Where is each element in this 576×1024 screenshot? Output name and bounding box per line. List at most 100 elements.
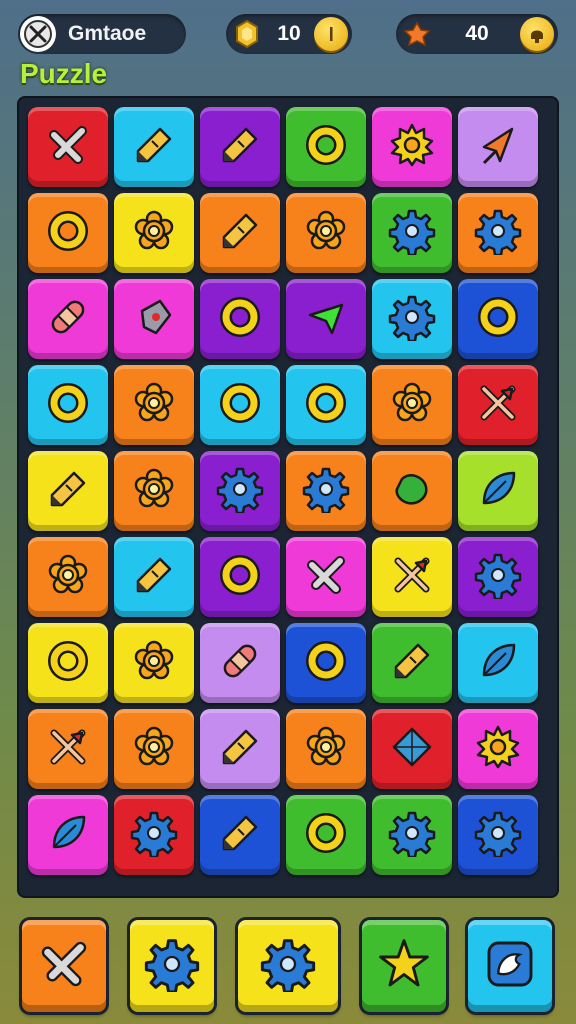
board-tile[interactable]: [114, 193, 194, 273]
pencil-icon: [388, 637, 436, 690]
board-tile[interactable]: [114, 537, 194, 617]
board-tile[interactable]: [372, 623, 452, 703]
board-tile[interactable]: [28, 709, 108, 789]
player-name: Gmtaoe: [68, 22, 147, 45]
board-tile[interactable]: [458, 193, 538, 273]
board-tile[interactable]: [200, 365, 280, 445]
board-tile[interactable]: [286, 623, 366, 703]
flower-icon: [130, 207, 178, 260]
board-tile[interactable]: [28, 193, 108, 273]
board-tile[interactable]: [372, 279, 452, 359]
board-tile[interactable]: [200, 279, 280, 359]
blob-icon: [388, 465, 436, 518]
board-tile[interactable]: [372, 107, 452, 187]
board-tile[interactable]: [28, 623, 108, 703]
board-tile[interactable]: [28, 107, 108, 187]
board-tile[interactable]: [28, 451, 108, 531]
board-tile[interactable]: [114, 107, 194, 187]
pencil-icon: [216, 723, 264, 776]
board-tile[interactable]: [286, 537, 366, 617]
board-tile[interactable]: [372, 193, 452, 273]
board-tile[interactable]: [28, 365, 108, 445]
pencil-icon: [130, 121, 178, 174]
gear-icon: [260, 936, 316, 997]
board-tile[interactable]: [114, 279, 194, 359]
coin-count: 10: [277, 22, 301, 45]
board-tile[interactable]: [114, 709, 194, 789]
flower-icon: [302, 207, 350, 260]
board-tile[interactable]: [200, 451, 280, 531]
gear-icon: [144, 936, 200, 997]
page-title: Puzzle: [20, 58, 108, 89]
board-tile[interactable]: [458, 451, 538, 531]
coin-counter: 10: [226, 14, 352, 54]
board-tile[interactable]: [372, 537, 452, 617]
board-tile[interactable]: [286, 365, 366, 445]
player-profile[interactable]: Gmtaoe: [18, 14, 186, 54]
board-tile[interactable]: [28, 279, 108, 359]
crossed-arrows-icon: [388, 551, 436, 604]
board-tile[interactable]: [372, 795, 452, 875]
board-tile[interactable]: [114, 451, 194, 531]
ring-icon: [44, 637, 92, 690]
board-tile[interactable]: [114, 365, 194, 445]
star-button[interactable]: [362, 920, 446, 1012]
board-tile[interactable]: [200, 623, 280, 703]
board-tile[interactable]: [200, 193, 280, 273]
board-tile[interactable]: [458, 279, 538, 359]
board-tile[interactable]: [372, 709, 452, 789]
flower-icon: [302, 723, 350, 776]
crossed-swords-icon: [20, 16, 56, 52]
hint-button[interactable]: [468, 920, 552, 1012]
gear-icon: [388, 207, 436, 260]
board-tile[interactable]: [286, 107, 366, 187]
ring-icon: [302, 379, 350, 432]
board-tile[interactable]: [114, 795, 194, 875]
gear-icon: [474, 551, 522, 604]
gear-icon: [474, 809, 522, 862]
board-tile[interactable]: [286, 451, 366, 531]
flower-icon: [130, 379, 178, 432]
ring-icon: [216, 293, 264, 346]
board-tile[interactable]: [458, 365, 538, 445]
pencil-icon: [216, 207, 264, 260]
board-tile[interactable]: [372, 365, 452, 445]
board-tile[interactable]: [200, 795, 280, 875]
gear-icon: [302, 465, 350, 518]
flower-icon: [130, 637, 178, 690]
gear-icon: [388, 809, 436, 862]
add-coins-button[interactable]: [314, 17, 348, 51]
shuffle-button[interactable]: [130, 920, 214, 1012]
bomb-button[interactable]: [238, 920, 338, 1012]
board-tile[interactable]: [372, 451, 452, 531]
ring-icon: [302, 121, 350, 174]
add-gems-button[interactable]: [520, 17, 554, 51]
sun-icon: [474, 723, 522, 776]
board-tile[interactable]: [286, 709, 366, 789]
board-tile[interactable]: [286, 279, 366, 359]
board-tile[interactable]: [200, 537, 280, 617]
board-tile[interactable]: [114, 623, 194, 703]
cross-icon: [44, 121, 92, 174]
shield-icon: [130, 293, 178, 346]
flower-icon: [130, 723, 178, 776]
board-tile[interactable]: [28, 795, 108, 875]
bird-icon: [482, 936, 538, 997]
board-tile[interactable]: [458, 107, 538, 187]
gem-icon: [400, 17, 434, 51]
gear-icon: [388, 293, 436, 346]
hammer-button[interactable]: [22, 920, 106, 1012]
gear-icon: [216, 465, 264, 518]
board-tile[interactable]: [458, 709, 538, 789]
board-tile[interactable]: [458, 795, 538, 875]
board-tile[interactable]: [28, 537, 108, 617]
board-tile[interactable]: [458, 537, 538, 617]
board-tile[interactable]: [200, 709, 280, 789]
board-tile[interactable]: [200, 107, 280, 187]
board-tile[interactable]: [286, 795, 366, 875]
crossed-arrows-icon: [474, 379, 522, 432]
cross-icon: [36, 936, 92, 997]
cross-icon: [302, 551, 350, 604]
board-tile[interactable]: [458, 623, 538, 703]
board-tile[interactable]: [286, 193, 366, 273]
